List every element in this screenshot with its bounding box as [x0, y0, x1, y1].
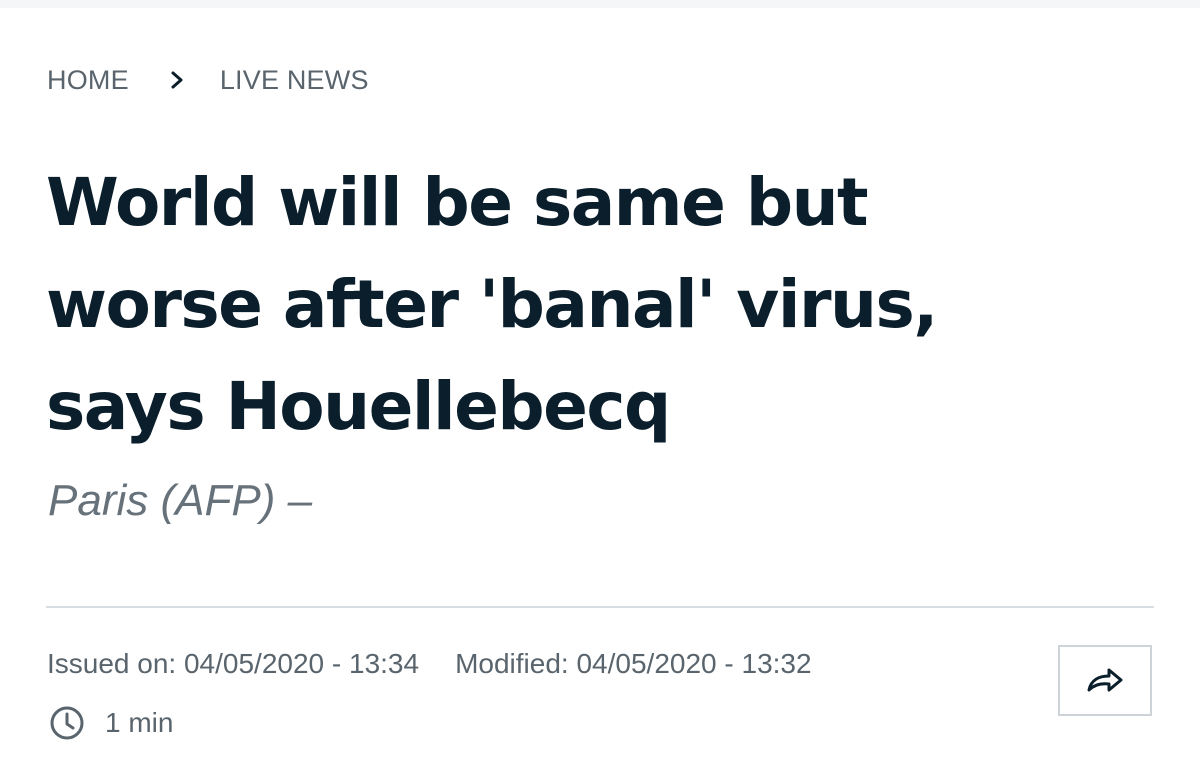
headline-line: World will be same but [46, 164, 869, 241]
breadcrumb: HOME LIVE NEWS [47, 64, 369, 96]
breadcrumb-live-news-link[interactable]: LIVE NEWS [220, 65, 369, 96]
article-dateline: Paris (AFP) – [48, 476, 313, 525]
top-strip [0, 0, 1200, 8]
read-time-label: 1 min [105, 707, 174, 738]
chevron-right-icon [171, 71, 183, 89]
read-time: 1 min [49, 705, 173, 741]
breadcrumb-home-link[interactable]: HOME [47, 65, 129, 96]
headline-line: worse after 'banal' virus, [46, 266, 938, 343]
share-button[interactable] [1058, 645, 1152, 716]
modified-date: Modified: 04/05/2020 - 13:32 [455, 648, 812, 679]
clock-icon [50, 706, 84, 740]
share-arrow-icon [1087, 668, 1123, 691]
divider [46, 606, 1154, 608]
issued-date: Issued on: 04/05/2020 - 13:34 [47, 648, 420, 679]
article-headline: World will be same but worse after 'bana… [46, 152, 1156, 458]
article-meta: Issued on: 04/05/2020 - 13:34 Modified: … [47, 648, 812, 680]
headline-line: says Houellebecq [46, 368, 671, 445]
